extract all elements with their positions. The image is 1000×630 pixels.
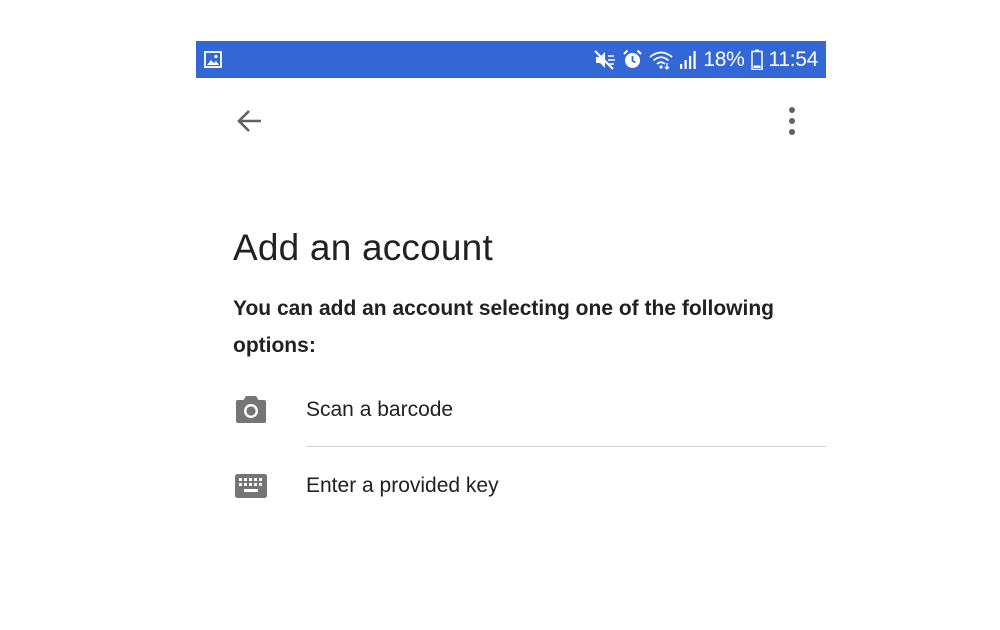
option-label: Enter a provided key xyxy=(306,474,499,497)
status-bar: 18% 11:54 xyxy=(196,41,826,78)
mute-icon xyxy=(594,49,616,70)
keyboard-icon xyxy=(235,474,267,498)
clock: 11:54 xyxy=(768,48,819,71)
page-title: Add an account xyxy=(233,227,493,268)
arrow-back-icon xyxy=(237,110,261,132)
more-vert-icon xyxy=(789,107,795,135)
screen: 18% 11:54 Add an account You can add an … xyxy=(196,41,826,630)
camera-icon xyxy=(236,396,266,423)
battery-icon xyxy=(750,49,763,70)
signal-icon xyxy=(680,50,697,69)
back-button[interactable] xyxy=(232,103,268,139)
status-icons: 18% 11:54 xyxy=(594,41,818,78)
scan-barcode-option[interactable]: Scan a barcode xyxy=(196,383,826,443)
gallery-icon xyxy=(204,51,222,68)
divider xyxy=(306,446,826,447)
wifi-icon xyxy=(649,51,673,70)
option-label: Scan a barcode xyxy=(306,398,454,421)
more-options-button[interactable] xyxy=(776,103,808,139)
enter-key-option[interactable]: Enter a provided key xyxy=(196,459,826,519)
battery-percent: 18% xyxy=(703,48,745,71)
alarm-icon xyxy=(623,49,643,68)
page-description: You can add an account selecting one of … xyxy=(233,297,774,357)
